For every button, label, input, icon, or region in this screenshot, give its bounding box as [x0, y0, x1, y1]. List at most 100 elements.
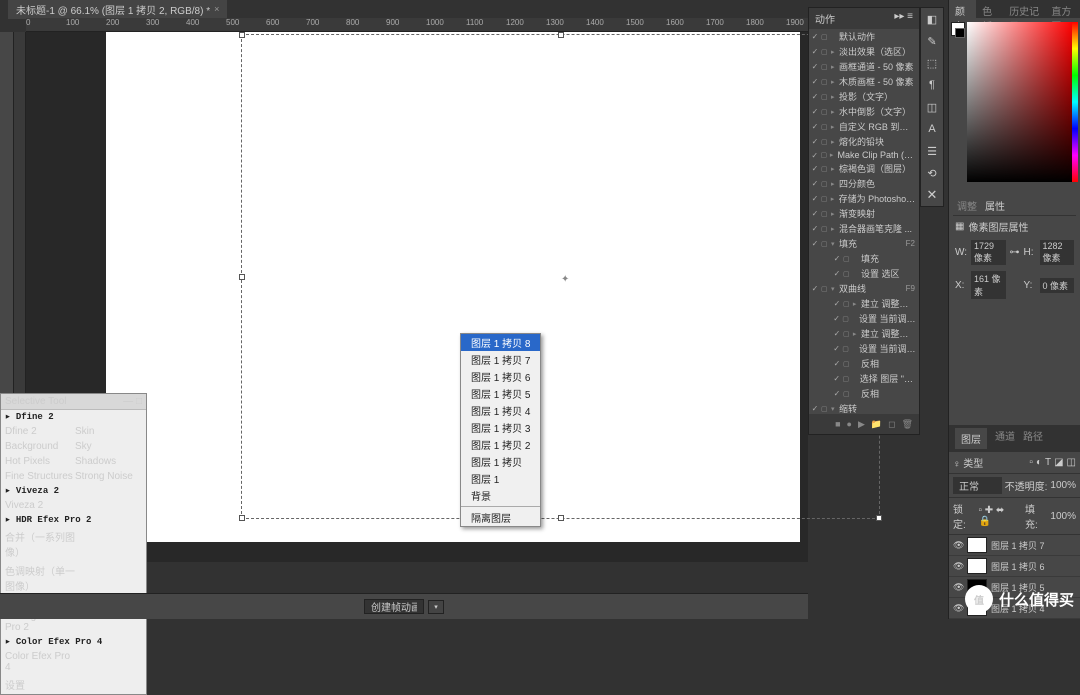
tab-layers[interactable]: 图层 [955, 428, 987, 449]
height-value[interactable]: 1282 像素 [1040, 240, 1075, 265]
selective-item[interactable]: Viveza 2 [1, 498, 146, 513]
actions-panel-header[interactable]: 动作 ▸▸ ≡ [809, 8, 919, 29]
selective-item[interactable]: Hot PixelsShadows [1, 454, 146, 469]
context-menu-item[interactable]: 隔离图层 [461, 509, 540, 526]
action-item[interactable]: ✓▢▸淡出效果（选区） [809, 44, 919, 59]
lock-icon[interactable]: ▫ ✚ ⬌ 🔒 [978, 505, 1019, 527]
adjust-icon[interactable]: ⟲ [921, 162, 943, 184]
layer-context-menu[interactable]: 图层 1 拷贝 8图层 1 拷贝 7图层 1 拷贝 6图层 1 拷贝 5图层 1… [460, 333, 541, 527]
selective-section-head[interactable]: ▸ Color Efex Pro 4 [1, 635, 146, 649]
context-menu-item[interactable]: 图层 1 拷贝 8 [461, 334, 540, 351]
panel-buttons[interactable]: — □ [123, 396, 142, 407]
tab-paths[interactable]: 路径 [1023, 428, 1043, 449]
layer-filter-label[interactable]: ♀ 类型 [953, 455, 983, 470]
blend-mode[interactable]: 正常 [953, 477, 1002, 494]
visibility-icon[interactable]: 👁 [953, 603, 963, 614]
action-item[interactable]: ✓▢默认动作 [809, 29, 919, 44]
context-menu-item[interactable]: 图层 1 拷贝 [461, 453, 540, 470]
action-item[interactable]: ✓▢▸熔化的铅块 [809, 134, 919, 149]
action-item[interactable]: ✓▢设置 当前调整... [809, 341, 919, 356]
paragraph-icon[interactable]: ¶ [921, 74, 943, 96]
action-item[interactable]: ✓▢▸渐变映射 [809, 206, 919, 221]
link-icon[interactable]: ⊶ [1010, 247, 1020, 258]
action-item[interactable]: ✓▢▸水中倒影（文字） [809, 104, 919, 119]
action-item[interactable]: ✓▢▸建立 调整图层 [809, 296, 919, 311]
tab-adjustments[interactable]: 调整 [957, 198, 977, 213]
color-panel-tabs[interactable]: 颜色 色板 历史记录 直方图 [949, 0, 1080, 18]
context-menu-item[interactable]: 背景 [461, 487, 540, 504]
record-icon[interactable]: ● [847, 419, 852, 429]
filter-icon[interactable]: ◪ [1054, 457, 1063, 468]
selective-item[interactable]: Fine StructuresStrong Noise [1, 469, 146, 484]
visibility-icon[interactable]: 👁 [953, 561, 963, 572]
layer-thumbnail[interactable] [967, 558, 987, 574]
action-item[interactable]: ✓▢▸画框通道 - 50 像素 [809, 59, 919, 74]
action-item[interactable]: ✓▢▸混合器画笔克隆 ... [809, 221, 919, 236]
selective-section-head[interactable]: ▸ HDR Efex Pro 2 [1, 513, 146, 527]
action-item[interactable]: ✓▢▸自定义 RGB 到灰度 [809, 119, 919, 134]
action-item[interactable]: ✓▢选择 图层 "曲... [809, 371, 919, 386]
context-menu-item[interactable]: 图层 1 拷贝 2 [461, 436, 540, 453]
layer-row[interactable]: 👁 图层 1 拷贝 7 [949, 535, 1080, 556]
actions-panel[interactable]: 动作 ▸▸ ≡ ✓▢默认动作✓▢▸淡出效果（选区）✓▢▸画框通道 - 50 像素… [808, 7, 920, 435]
selective-tool-panel[interactable]: Selective Tool — □ ▸ Dfine 2Dfine 2SkinB… [0, 393, 147, 695]
tool-icon[interactable]: ◧ [921, 8, 943, 30]
y-value[interactable]: 0 像素 [1040, 278, 1075, 293]
x-value[interactable]: 161 像素 [971, 271, 1006, 299]
context-menu-item[interactable]: 图层 1 拷贝 5 [461, 385, 540, 402]
width-value[interactable]: 1729 像素 [971, 240, 1006, 265]
context-menu-item[interactable]: 图层 1 拷贝 3 [461, 419, 540, 436]
action-item[interactable]: ✓▢▸投影（文字） [809, 89, 919, 104]
trash-icon[interactable]: 🗑 [902, 419, 913, 430]
filter-icon[interactable]: ◐ [1036, 457, 1042, 468]
background-swatch[interactable] [955, 28, 965, 38]
context-menu-item[interactable]: 图层 1 拷贝 6 [461, 368, 540, 385]
layer-name[interactable]: 图层 1 拷贝 7 [991, 539, 1045, 552]
transform-handle-bl[interactable] [239, 515, 245, 521]
tool-icon[interactable]: ⬚ [921, 52, 943, 74]
action-item[interactable]: ✓▢填充 [809, 251, 919, 266]
type-icon[interactable]: A [921, 118, 943, 140]
layers-tabs[interactable]: 图层 通道 路径 [949, 425, 1080, 452]
selective-item[interactable]: BackgroundSky [1, 439, 146, 454]
action-item[interactable]: ✓▢设置 选区 [809, 266, 919, 281]
selective-item[interactable]: Color Efex Pro 4 [1, 649, 146, 675]
tab-channels[interactable]: 通道 [995, 428, 1015, 449]
context-menu-item[interactable]: 图层 1 拷贝 7 [461, 351, 540, 368]
layer-thumbnail[interactable] [967, 537, 987, 553]
selective-section-head[interactable]: ▸ Dfine 2 [1, 410, 146, 424]
action-item[interactable]: ✓▢▸存储为 Photoshop... [809, 191, 919, 206]
selective-item[interactable]: 合并（一系列图像） [1, 527, 146, 561]
brush-icon[interactable]: ✎ [921, 30, 943, 52]
action-item[interactable]: ✓▢反相 [809, 356, 919, 371]
new-icon[interactable]: ◻ [888, 419, 895, 430]
opacity-value[interactable]: 100% [1050, 480, 1076, 491]
chevron-down-icon[interactable]: ▾ [428, 600, 444, 614]
folder-icon[interactable]: 📁 [871, 419, 882, 430]
timeline-bar[interactable]: ▾ [0, 593, 808, 619]
action-item[interactable]: ✓▢反相 [809, 386, 919, 401]
layer-name[interactable]: 图层 1 拷贝 6 [991, 560, 1045, 573]
filter-icon[interactable]: T [1045, 457, 1051, 468]
play-icon[interactable]: ▶ [858, 419, 865, 430]
selective-tool-header[interactable]: Selective Tool — □ [1, 394, 146, 410]
context-menu-item[interactable]: 图层 1 拷贝 4 [461, 402, 540, 419]
action-item[interactable]: ✓▢▸木质画框 - 50 像素 [809, 74, 919, 89]
visibility-icon[interactable]: 👁 [953, 582, 963, 593]
selective-item[interactable]: 设置 [1, 675, 146, 694]
selective-item[interactable]: Dfine 2Skin [1, 424, 146, 439]
action-item[interactable]: ✓▢▾双曲线F9 [809, 281, 919, 296]
action-item[interactable]: ✓▢▸建立 调整图层 [809, 326, 919, 341]
transform-handle-br[interactable] [876, 515, 882, 521]
hue-slider[interactable] [1072, 22, 1078, 182]
visibility-icon[interactable]: 👁 [953, 540, 963, 551]
tab-swatches[interactable]: 色板 [976, 0, 1003, 18]
transform-handle-tl[interactable] [239, 32, 245, 38]
color-field[interactable] [967, 22, 1073, 182]
document-tab[interactable]: 未标题-1 @ 66.1% (图层 1 拷贝 2, RGB/8) * × [8, 0, 227, 19]
tab-histogram[interactable]: 直方图 [1045, 0, 1080, 18]
stop-icon[interactable]: ■ [835, 419, 840, 429]
color-picker[interactable] [949, 18, 1080, 192]
action-item[interactable]: ✓▢▸四分颜色 [809, 176, 919, 191]
panel-menu-icon[interactable]: ▸▸ ≡ [894, 11, 913, 26]
